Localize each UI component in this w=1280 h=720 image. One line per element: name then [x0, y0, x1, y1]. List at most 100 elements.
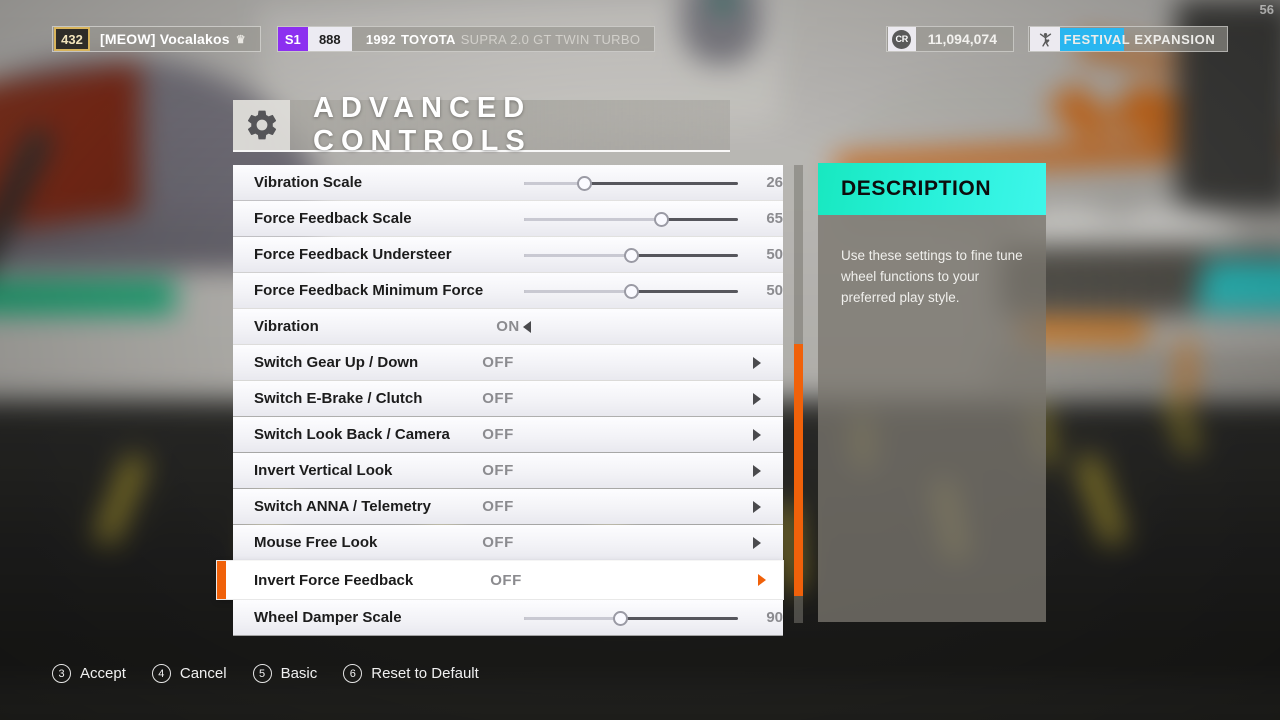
hud-bar: 432 [MEOW] Vocalakos ♛ S1 888 1992 TOYOT…	[0, 0, 1280, 62]
setting-label: Mouse Free Look	[254, 534, 378, 551]
slider-knob[interactable]	[624, 248, 639, 263]
setting-value: 50	[766, 282, 783, 299]
slider-track-filled	[524, 218, 661, 221]
setting-row[interactable]: Invert Vertical Look OFF	[233, 453, 783, 488]
setting-row[interactable]: Switch Look Back / Camera OFF	[233, 417, 783, 452]
setting-row[interactable]: Switch Gear Up / Down OFF	[233, 345, 783, 380]
setting-label: Vibration	[254, 318, 319, 335]
slider-track-filled	[524, 290, 631, 293]
setting-row[interactable]: Switch E-Brake / Clutch OFF	[233, 381, 783, 416]
setting-slider[interactable]	[524, 600, 738, 635]
setting-value: 26	[766, 174, 783, 191]
setting-label: Switch ANNA / Telemetry	[254, 498, 431, 515]
legend-item[interactable]: 4 Cancel	[151, 664, 227, 683]
page-title-text: ADVANCED CONTROLS	[313, 92, 532, 157]
setting-row[interactable]: Vibration ON	[233, 309, 783, 344]
chevron-right-icon[interactable]	[753, 500, 761, 513]
chevron-right-icon[interactable]	[753, 536, 761, 549]
setting-label: Invert Vertical Look	[254, 462, 393, 479]
setting-value: 50	[766, 246, 783, 263]
legend-button-glyph: 6	[343, 664, 363, 683]
setting-row[interactable]: Invert Force Feedback OFF	[217, 561, 783, 599]
credits-icon: CR	[887, 27, 916, 51]
player-gamertag: [MEOW] Vocalakos ♛	[90, 31, 260, 47]
legend-label: Accept	[80, 665, 126, 682]
festival-person-icon	[1030, 27, 1060, 51]
chevron-right-icon[interactable]	[753, 392, 761, 405]
setting-row[interactable]: Force Feedback Minimum Force 50	[233, 273, 783, 308]
player-gamertag-text: [MEOW] Vocalakos	[100, 31, 230, 47]
description-panel: DESCRIPTION Use these settings to fine t…	[818, 163, 1046, 622]
setting-slider[interactable]	[524, 237, 738, 272]
setting-row[interactable]: Force Feedback Scale 65	[233, 201, 783, 236]
setting-label: Switch Look Back / Camera	[254, 426, 450, 443]
setting-slider[interactable]	[524, 201, 738, 236]
description-heading: DESCRIPTION	[841, 177, 992, 200]
credits-value: 11,094,074	[927, 31, 997, 47]
credits-icon-label: CR	[892, 29, 912, 49]
setting-row[interactable]: Vibration Scale 26	[233, 165, 783, 200]
car-class-badge: S1	[277, 27, 308, 51]
car-year: 1992	[365, 31, 396, 47]
button-legend: 3 Accept 4 Cancel 5 Basic 6 Reset to Default	[52, 664, 479, 683]
player-level-badge: 432	[54, 27, 90, 51]
chevron-right-icon[interactable]	[753, 356, 761, 369]
chevron-right-icon[interactable]	[758, 574, 766, 586]
description-text: Use these settings to fine tune wheel fu…	[841, 248, 1023, 305]
slider-knob[interactable]	[576, 176, 592, 191]
hud-status-section: CR 11,094,074 FESTIVAL EXPANSION	[885, 26, 1228, 52]
legend-item[interactable]: 5 Basic	[252, 664, 318, 683]
setting-label: Invert Force Feedback	[254, 571, 414, 589]
festival-expansion-plate: FESTIVAL EXPANSION	[1028, 26, 1228, 52]
setting-row[interactable]: Force Feedback Understeer 50	[233, 237, 783, 272]
gear-icon	[233, 100, 290, 150]
slider-track-filled	[524, 182, 584, 185]
legend-label: Cancel	[179, 665, 227, 682]
chevron-right-icon[interactable]	[753, 464, 761, 477]
page-title: ADVANCED CONTROLS	[233, 92, 730, 157]
chevron-right-icon[interactable]	[753, 428, 761, 441]
slider-knob[interactable]	[653, 212, 669, 227]
selection-indicator	[217, 561, 226, 599]
festival-expansion-label: FESTIVAL EXPANSION	[1063, 31, 1216, 47]
setting-row[interactable]: Mouse Free Look OFF	[233, 525, 783, 560]
setting-row[interactable]: Switch ANNA / Telemetry OFF	[233, 489, 783, 524]
credits-plate: CR 11,094,074	[885, 26, 1014, 52]
setting-label: Switch E-Brake / Clutch	[254, 390, 423, 407]
car-make: TOYOTA	[400, 31, 456, 47]
legend-item[interactable]: 6 Reset to Default	[343, 664, 479, 683]
setting-value: 65	[766, 210, 783, 227]
legend-button-glyph: 5	[252, 664, 272, 683]
car-pi-badge: 888	[307, 27, 352, 51]
setting-label: Force Feedback Scale	[254, 210, 412, 227]
scrollbar-thumb[interactable]	[794, 343, 803, 596]
legend-button-glyph: 4	[151, 664, 171, 683]
setting-label: Wheel Damper Scale	[254, 609, 402, 626]
settings-list: Vibration Scale 26 Force Feedback Scale 65 F…	[217, 165, 783, 636]
setting-slider[interactable]	[524, 165, 738, 200]
setting-label: Force Feedback Minimum Force	[254, 282, 484, 299]
legend-button-glyph: 3	[52, 664, 71, 683]
slider-track-filled	[524, 617, 621, 620]
legend-label: Basic	[280, 665, 318, 682]
slider-knob[interactable]	[613, 611, 629, 626]
setting-slider[interactable]	[524, 273, 738, 308]
setting-label: Switch Gear Up / Down	[254, 354, 419, 371]
chevron-left-icon[interactable]	[523, 320, 531, 333]
slider-knob[interactable]	[624, 284, 639, 299]
car-name: 1992 TOYOTA SUPRA 2.0 GT TWIN TURBO	[352, 27, 654, 51]
slider-track-filled	[524, 254, 631, 257]
legend-label: Reset to Default	[371, 665, 479, 682]
crown-icon: ♛	[235, 33, 246, 46]
fps-counter: 56	[1259, 2, 1274, 17]
setting-label: Vibration Scale	[254, 174, 363, 191]
car-plate: S1 888 1992 TOYOTA SUPRA 2.0 GT TWIN TUR…	[276, 26, 656, 52]
settings-scrollbar[interactable]	[794, 165, 803, 623]
description-header: DESCRIPTION	[818, 163, 1046, 215]
setting-value: 90	[766, 609, 783, 626]
setting-row[interactable]: Wheel Damper Scale 90	[233, 600, 783, 635]
legend-item[interactable]: 3 Accept	[52, 664, 126, 683]
setting-label: Force Feedback Understeer	[254, 246, 452, 263]
hud-player-section: 432 [MEOW] Vocalakos ♛ S1 888 1992 TOYOT…	[52, 26, 656, 52]
car-model: SUPRA 2.0 GT TWIN TURBO	[460, 31, 641, 47]
